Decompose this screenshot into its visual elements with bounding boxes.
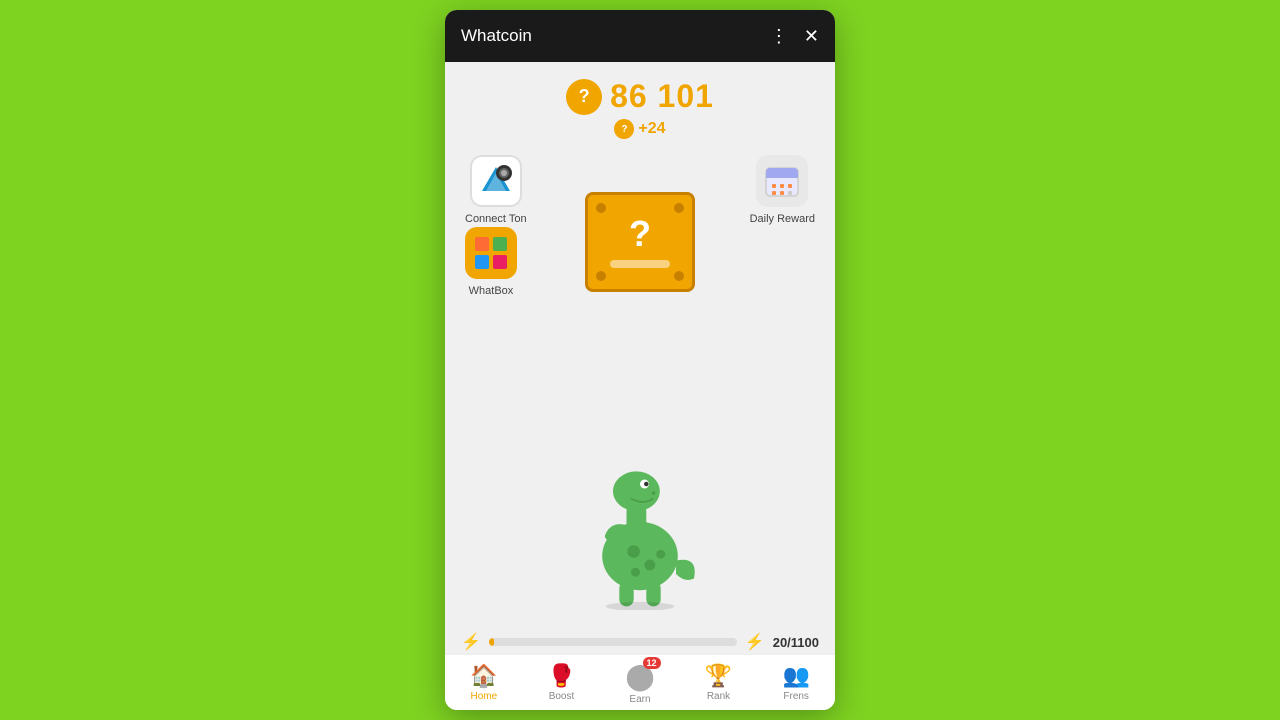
- daily-reward-label: Daily Reward: [750, 213, 815, 225]
- mystery-box-bottom-dots: [588, 271, 692, 281]
- nav-frens[interactable]: 👥 Frens: [774, 659, 817, 706]
- rank-label: Rank: [707, 691, 730, 702]
- dino-svg: [575, 430, 705, 610]
- bg-left: [0, 0, 440, 720]
- more-button[interactable]: ⋮: [770, 27, 788, 45]
- progress-bar-bg: [489, 638, 737, 646]
- title-bar: Whatcoin ⋮ ✕: [445, 10, 835, 62]
- box-dot-left: [596, 271, 606, 281]
- nav-boost[interactable]: 🥊 Boost: [540, 659, 583, 706]
- dino-area[interactable]: [575, 430, 705, 610]
- mystery-box-bar: [610, 260, 670, 268]
- title-bar-actions: ⋮ ✕: [770, 27, 819, 45]
- balance-amount: 86 101: [610, 78, 714, 115]
- rank-icon: 🏆: [705, 663, 732, 689]
- whatbox-svg: [473, 235, 509, 271]
- earn-badge: 12: [643, 657, 661, 669]
- whatbox-label: WhatBox: [469, 285, 514, 297]
- whatbox-item[interactable]: WhatBox: [465, 227, 517, 297]
- coin-plus-row: ? +24: [614, 119, 665, 139]
- daily-reward-item[interactable]: Daily Reward: [750, 155, 815, 225]
- earn-label: Earn: [629, 694, 650, 705]
- coin-balance: ? 86 101: [566, 78, 714, 115]
- home-label: Home: [470, 691, 497, 702]
- ton-svg: [478, 163, 514, 199]
- lightning-left-icon: ⚡: [461, 632, 481, 652]
- progress-area: ⚡ ⚡ 20/1100: [445, 632, 835, 652]
- home-icon: 🏠: [470, 663, 497, 689]
- mystery-box-inner: ?: [610, 216, 670, 268]
- nav-rank[interactable]: 🏆 Rank: [697, 659, 740, 706]
- frens-label: Frens: [783, 691, 809, 702]
- app-window: Whatcoin ⋮ ✕ ? 86 101 ? +24: [445, 10, 835, 710]
- mystery-box-container[interactable]: ?: [585, 192, 695, 292]
- main-content: ? 86 101 ? +24: [445, 62, 835, 710]
- app-title: Whatcoin: [461, 26, 532, 46]
- coin-icon-small: ?: [614, 119, 634, 139]
- nav-home[interactable]: 🏠 Home: [462, 659, 505, 706]
- box-dot-right: [674, 271, 684, 281]
- connect-ton-label: Connect Ton: [465, 213, 527, 225]
- whatbox-icon: [465, 227, 517, 279]
- coin-plus-text: +24: [638, 120, 665, 138]
- progress-text: 20/1100: [773, 635, 819, 650]
- connect-ton-item[interactable]: Connect Ton: [465, 155, 527, 225]
- daily-reward-icon: [756, 155, 808, 207]
- nav-earn[interactable]: 12 ⬤ Earn: [617, 657, 662, 709]
- progress-bar-fill: [489, 638, 494, 646]
- close-button[interactable]: ✕: [804, 27, 819, 45]
- bg-right: [840, 0, 1280, 720]
- coin-icon-large: ?: [566, 79, 602, 115]
- connect-ton-icon: [470, 155, 522, 207]
- mystery-box-question: ?: [629, 216, 651, 252]
- lightning-right-icon: ⚡: [745, 632, 765, 652]
- calendar-svg: [763, 162, 801, 200]
- bottom-nav: 🏠 Home 🥊 Boost 12 ⬤ Earn 🏆 Rank 👥 Frens: [445, 654, 835, 710]
- boost-label: Boost: [549, 691, 575, 702]
- frens-icon: 👥: [782, 663, 809, 689]
- mystery-box[interactable]: ?: [585, 192, 695, 292]
- boost-icon: 🥊: [548, 663, 575, 689]
